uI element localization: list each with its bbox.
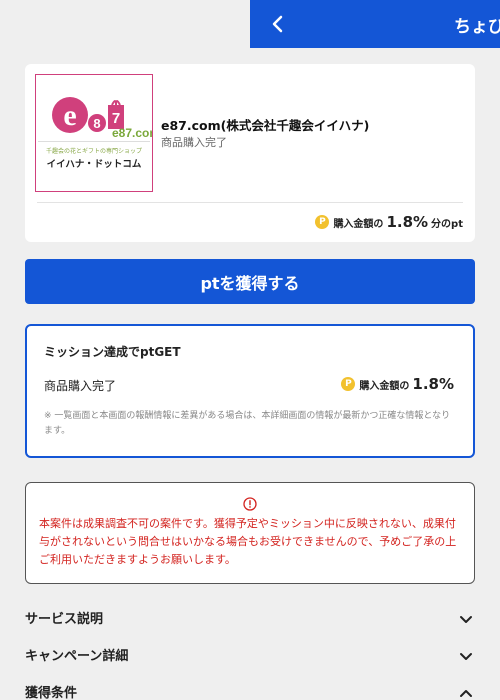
mission-note: ※ 一覧画面と本画面の報酬情報に差異がある場合は、本詳細画面の情報が最新かつ正確… <box>44 411 451 436</box>
accordion-earning-conditions[interactable]: 獲得条件 <box>25 680 475 700</box>
svg-text:イイハナ・ドットコム: イイハナ・ドットコム <box>47 159 142 170</box>
svg-text:8: 8 <box>93 116 100 131</box>
chevron-down-icon <box>460 653 472 660</box>
accordion-campaign-details[interactable]: キャンペーン詳細 <box>25 643 475 667</box>
e87-logo-image: e 8 7 e87.com 千趣会の花とギフトの専門ショップ イイハナ・ドットコ… <box>38 97 160 170</box>
divider <box>37 202 463 203</box>
header-title: ちょび <box>454 17 500 37</box>
warning-box: 本案件は成果調査不可の案件です。獲得予定やミッション中に反映されない、成果付与が… <box>25 482 475 584</box>
mission-reward-prefix: 購入金額の <box>359 381 410 392</box>
svg-text:千趣会の花とギフトの専門ショップ: 千趣会の花とギフトの専門ショップ <box>46 147 142 155</box>
mission-title: ミッション達成でptGET <box>44 345 181 359</box>
mission-item-label: 商品購入完了 <box>44 379 117 393</box>
back-arrow-icon[interactable] <box>264 10 292 38</box>
mission-box: ミッション達成でptGET 商品購入完了 P 購入金額の 1.8% ※ 一覧画面… <box>25 324 475 458</box>
chevron-up-icon <box>460 690 472 697</box>
mission-reward: P 購入金額の 1.8% <box>341 375 457 393</box>
merchant-subtitle: 商品購入完了 <box>161 136 227 149</box>
reward-suffix: 分のpt <box>431 219 463 230</box>
reward-summary: P 購入金額の 1.8% 分のpt <box>315 213 463 231</box>
svg-text:e: e <box>63 99 76 132</box>
get-points-button[interactable]: ptを獲得する <box>25 259 475 304</box>
point-coin-icon: P <box>315 215 330 229</box>
merchant-card: e 8 7 e87.com 千趣会の花とギフトの専門ショップ イイハナ・ドットコ… <box>25 64 475 242</box>
warning-text: 本案件は成果調査不可の案件です。獲得予定やミッション中に反映されない、成果付与が… <box>39 517 457 566</box>
point-coin-icon: P <box>341 377 356 391</box>
reward-rate: 1.8% <box>386 213 429 231</box>
accordion-service-description[interactable]: サービス説明 <box>25 606 475 630</box>
svg-text:7: 7 <box>112 110 120 127</box>
accordion-label: サービス説明 <box>25 612 104 627</box>
accordion-label: キャンペーン詳細 <box>25 649 129 664</box>
info-warning-icon <box>243 497 257 511</box>
accordion-label: 獲得条件 <box>25 686 78 700</box>
merchant-logo: e 8 7 e87.com 千趣会の花とギフトの専門ショップ イイハナ・ドットコ… <box>35 74 160 192</box>
chevron-down-icon <box>460 616 472 623</box>
top-header: ちょび <box>250 0 500 48</box>
merchant-name: e87.com(株式会社千趣会イイハナ) <box>161 118 370 133</box>
reward-prefix: 購入金額の <box>333 219 384 230</box>
mission-reward-rate: 1.8% <box>412 375 454 393</box>
svg-text:e87.com: e87.com <box>112 126 152 140</box>
